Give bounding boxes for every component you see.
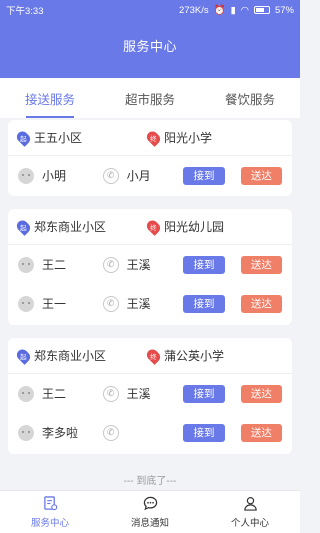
- route-end: 终 阳光幼儿园: [144, 217, 278, 236]
- start-pin-icon: 起: [14, 346, 33, 365]
- end-pin-icon: 终: [144, 346, 163, 365]
- alarm-icon: ⏰: [213, 4, 226, 16]
- phone-icon[interactable]: ✆: [102, 385, 119, 402]
- route-start: 起 王五小区: [14, 128, 148, 147]
- child-info: 王二: [18, 256, 103, 273]
- order-list: 起 王五小区 终 阳光小学 小明 ✆ 小月 接到 送达 起 郑东商业小区 终 阳…: [0, 120, 300, 454]
- child-name: 王二: [42, 387, 67, 401]
- end-location: 阳光幼儿园: [164, 220, 225, 234]
- parent-name: 王溪: [126, 258, 151, 272]
- pickup-button[interactable]: 接到: [183, 255, 225, 274]
- service-center-icon: [42, 496, 58, 512]
- start-location: 郑东商业小区: [34, 349, 107, 363]
- parent-name: 小月: [126, 169, 151, 183]
- passenger-row: 王二 ✆ 王溪 接到 送达: [8, 245, 292, 284]
- page-title: 服务中心: [122, 39, 177, 54]
- phone-icon[interactable]: ✆: [102, 167, 119, 184]
- route-start: 起 郑东商业小区: [14, 346, 148, 365]
- phone-icon[interactable]: ✆: [102, 295, 119, 312]
- route-start: 起 郑东商业小区: [14, 217, 148, 236]
- route-card: 起 郑东商业小区 终 阳光幼儿园 王二 ✆ 王溪 接到 送达 王一 ✆ 王溪 接…: [8, 209, 292, 325]
- parent-name: 王溪: [126, 387, 151, 401]
- nav-service-center[interactable]: 服务中心: [0, 491, 100, 533]
- end-of-list-text: --- 到底了---: [123, 476, 177, 487]
- status-bar: 下午3:33 273K/s ⏰ ▮ ◠ 57%: [0, 0, 300, 20]
- parent-info[interactable]: ✆ 王溪: [102, 295, 184, 312]
- parent-name: 王溪: [126, 297, 151, 311]
- child-avatar-icon: [18, 424, 34, 441]
- child-info: 王二: [18, 385, 103, 402]
- child-info: 王一: [18, 295, 103, 312]
- passenger-row: 小明 ✆ 小月 接到 送达: [8, 156, 292, 195]
- deliver-button[interactable]: 送达: [240, 294, 282, 313]
- nav-label: 服务中心: [30, 517, 69, 529]
- nav-label: 消息通知: [130, 517, 169, 529]
- start-pin-icon: 起: [14, 217, 33, 236]
- child-avatar-icon: [18, 385, 34, 402]
- wifi-icon: ◠: [240, 4, 249, 16]
- status-indicators: 273K/s ⏰ ▮ ◠ 57%: [179, 5, 294, 16]
- pickup-button[interactable]: 接到: [183, 166, 225, 185]
- child-avatar-icon: [18, 167, 34, 184]
- tab-pickup-service[interactable]: 接送服务: [0, 78, 100, 118]
- end-pin-icon: 终: [144, 128, 163, 147]
- profile-icon: [242, 496, 258, 512]
- tab-supermarket-service[interactable]: 超市服务: [100, 78, 200, 118]
- route-card: 起 王五小区 终 阳光小学 小明 ✆ 小月 接到 送达: [8, 120, 292, 196]
- phone-icon[interactable]: ✆: [102, 256, 119, 273]
- deliver-button[interactable]: 送达: [240, 255, 282, 274]
- parent-info[interactable]: ✆: [102, 424, 184, 441]
- start-pin-icon: 起: [14, 128, 33, 147]
- route-header: 起 王五小区 终 阳光小学: [8, 120, 292, 156]
- child-info: 李多啦: [18, 424, 103, 441]
- child-name: 王一: [42, 297, 67, 311]
- route-end: 终 阳光小学: [144, 128, 278, 147]
- route-end: 终 蒲公英小学: [144, 346, 278, 365]
- deliver-button[interactable]: 送达: [240, 166, 282, 185]
- pickup-button[interactable]: 接到: [183, 294, 225, 313]
- end-pin-icon: 终: [144, 217, 163, 236]
- child-info: 小明: [18, 167, 103, 184]
- route-header: 起 郑东商业小区 终 蒲公英小学: [8, 338, 292, 374]
- pickup-button[interactable]: 接到: [183, 423, 225, 442]
- service-tabs: 接送服务 超市服务 餐饮服务: [0, 78, 300, 118]
- network-speed: 273K/s: [179, 4, 209, 16]
- parent-info[interactable]: ✆ 王溪: [102, 256, 184, 273]
- deliver-button[interactable]: 送达: [240, 423, 282, 442]
- battery-icon: [253, 6, 270, 14]
- message-icon: [142, 496, 158, 512]
- status-time: 下午3:33: [6, 6, 44, 17]
- nav-profile[interactable]: 个人中心: [200, 491, 300, 533]
- passenger-row: 李多啦 ✆ 接到 送达: [8, 413, 292, 452]
- signal-icon: ▮: [230, 4, 236, 16]
- battery-level: 57%: [274, 4, 294, 16]
- header: 下午3:33 273K/s ⏰ ▮ ◠ 57% 服务中心: [0, 0, 300, 78]
- passenger-row: 王一 ✆ 王溪 接到 送达: [8, 284, 292, 323]
- start-location: 王五小区: [34, 131, 83, 145]
- pickup-button[interactable]: 接到: [183, 384, 225, 403]
- child-name: 王二: [42, 258, 67, 272]
- start-location: 郑东商业小区: [34, 220, 107, 234]
- child-avatar-icon: [18, 295, 34, 312]
- tab-dining-service[interactable]: 餐饮服务: [200, 78, 300, 118]
- parent-info[interactable]: ✆ 王溪: [102, 385, 184, 402]
- deliver-button[interactable]: 送达: [240, 384, 282, 403]
- end-location: 阳光小学: [164, 131, 213, 145]
- parent-info[interactable]: ✆ 小月: [102, 167, 184, 184]
- child-name: 小明: [42, 169, 67, 183]
- child-name: 李多啦: [42, 426, 79, 440]
- end-location: 蒲公英小学: [164, 349, 225, 363]
- phone-icon[interactable]: ✆: [102, 424, 119, 441]
- bottom-nav: 服务中心 消息通知 个人中心: [0, 490, 300, 533]
- nav-label: 个人中心: [230, 517, 269, 529]
- passenger-row: 王二 ✆ 王溪 接到 送达: [8, 374, 292, 413]
- nav-messages[interactable]: 消息通知: [100, 491, 200, 533]
- route-header: 起 郑东商业小区 终 阳光幼儿园: [8, 209, 292, 245]
- route-card: 起 郑东商业小区 终 蒲公英小学 王二 ✆ 王溪 接到 送达 李多啦 ✆ 接到 …: [8, 338, 292, 454]
- child-avatar-icon: [18, 256, 34, 273]
